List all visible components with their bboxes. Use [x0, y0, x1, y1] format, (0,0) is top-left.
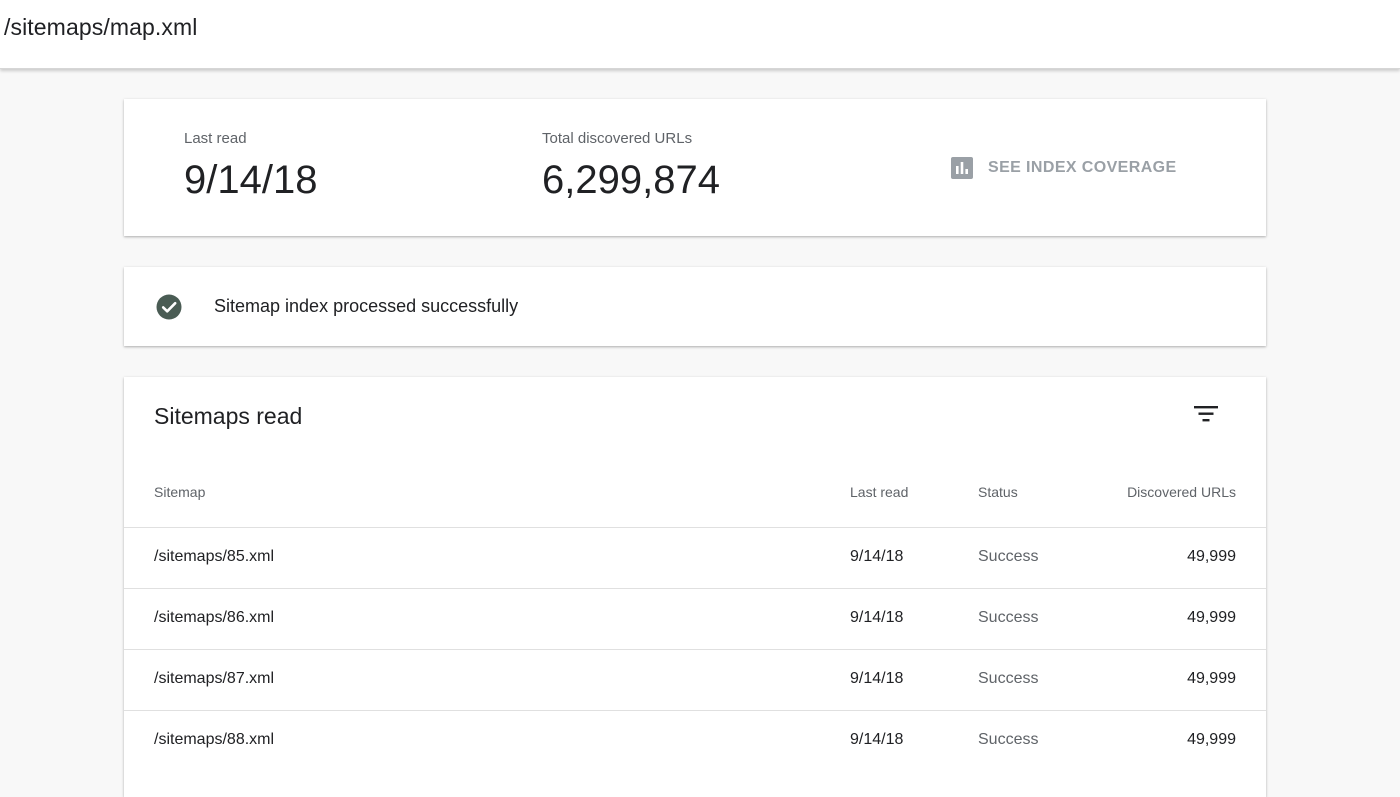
table-row[interactable]: /sitemaps/86.xml 9/14/18 Success 49,999 [124, 588, 1266, 650]
table-title: Sitemaps read [154, 403, 303, 429]
total-urls-label: Total discovered URLs [542, 130, 693, 147]
check-circle-icon [156, 294, 182, 320]
sitemap-cell: /sitemaps/88.xml [154, 731, 275, 748]
last-read-cell: 9/14/18 [850, 609, 904, 626]
filter-icon[interactable] [1192, 402, 1220, 426]
discovered-urls-cell: 49,999 [1187, 670, 1236, 687]
status-cell: Success [978, 548, 1039, 565]
last-read-value: 9/14/18 [184, 158, 318, 202]
status-message: Sitemap index processed successfully [214, 296, 519, 316]
table-row[interactable]: /sitemaps/85.xml 9/14/18 Success 49,999 [124, 527, 1266, 589]
sitemap-cell: /sitemaps/85.xml [154, 548, 275, 565]
discovered-urls-cell: 49,999 [1187, 731, 1236, 748]
last-read-label: Last read [184, 130, 247, 147]
bar-chart-icon [950, 156, 974, 180]
status-cell: Success [978, 670, 1039, 687]
last-read-cell: 9/14/18 [850, 670, 904, 687]
last-read-cell: 9/14/18 [850, 548, 904, 565]
discovered-urls-cell: 49,999 [1187, 548, 1236, 565]
sitemap-cell: /sitemaps/87.xml [154, 670, 275, 687]
column-header-status[interactable]: Status [978, 484, 1018, 500]
see-index-coverage-button[interactable]: SEE INDEX COVERAGE [950, 155, 1177, 181]
see-index-coverage-label: SEE INDEX COVERAGE [988, 159, 1177, 176]
total-urls-value: 6,299,874 [542, 158, 720, 202]
table-row[interactable]: /sitemaps/88.xml 9/14/18 Success 49,999 [124, 710, 1266, 772]
sitemap-cell: /sitemaps/86.xml [154, 609, 275, 626]
page-title: /sitemaps/map.xml [4, 14, 198, 40]
status-cell: Success [978, 609, 1039, 626]
table-row[interactable]: /sitemaps/87.xml 9/14/18 Success 49,999 [124, 649, 1266, 711]
column-header-discovered-urls[interactable]: Discovered URLs [1096, 484, 1236, 500]
column-header-sitemap[interactable]: Sitemap [154, 484, 205, 500]
discovered-urls-cell: 49,999 [1187, 609, 1236, 626]
status-cell: Success [978, 731, 1039, 748]
column-header-last-read[interactable]: Last read [850, 484, 908, 500]
top-bar: /sitemaps/map.xml [0, 0, 1400, 69]
last-read-cell: 9/14/18 [850, 731, 904, 748]
